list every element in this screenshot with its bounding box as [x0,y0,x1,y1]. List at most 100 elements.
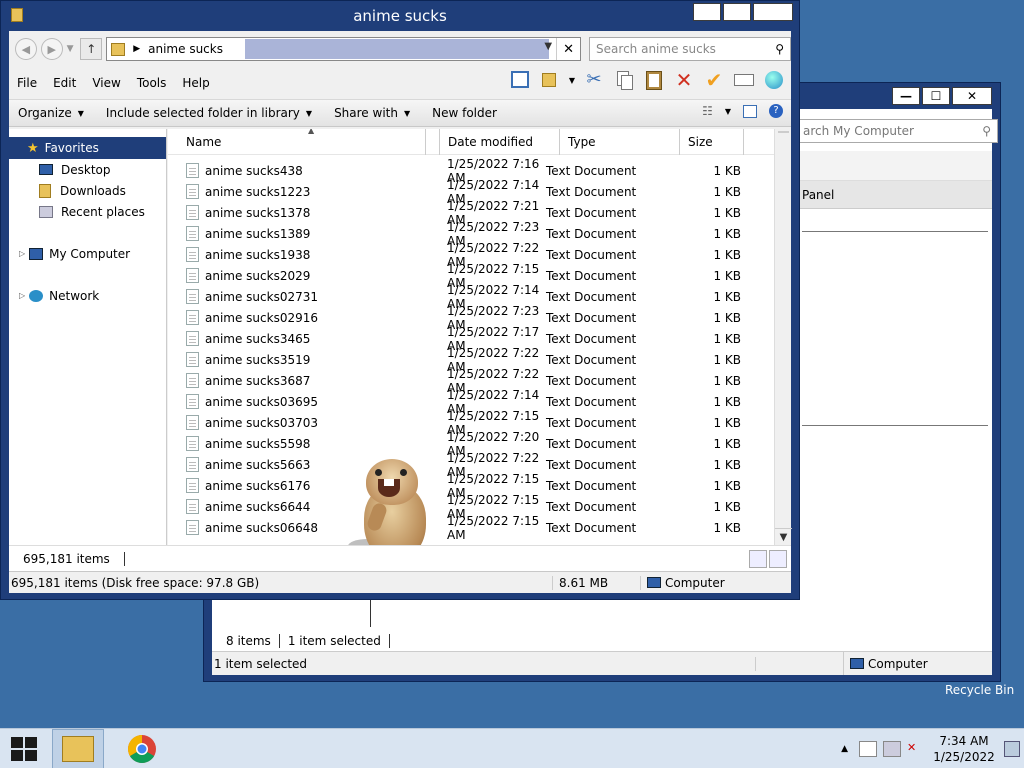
back-maximize-button[interactable]: ☐ [922,87,950,105]
file-name-cell[interactable]: anime sucks1938 [168,247,426,262]
file-name-cell[interactable]: anime sucks02916 [168,310,426,325]
globe-icon[interactable] [763,69,785,91]
show-hidden-icons-icon[interactable]: ▲ [841,744,848,754]
chevron-right-icon[interactable]: ▶ [133,44,140,54]
column-type[interactable]: Type [560,129,680,155]
chevron-down-icon[interactable]: ▼ [725,107,731,116]
include-in-library-button[interactable]: Include selected folder in library ▼ [97,106,321,120]
search-input[interactable]: Search anime sucks ⚲ [589,37,791,61]
back-search-input[interactable]: arch My Computer ⚲ [798,119,998,143]
search-icon[interactable]: ⚲ [775,42,784,56]
back-minimize-button[interactable]: — [892,87,920,105]
front-explorer-window[interactable]: anime sucks — ☐ ✕ ◀ ▶ ▼ ↑ ▶ anime sucks … [0,0,800,600]
back-status-location: Computer [844,657,928,671]
file-name-cell[interactable]: anime sucks02731 [168,289,426,304]
details-view-button[interactable] [749,550,767,568]
file-name-cell[interactable]: anime sucks1378 [168,205,426,220]
properties-icon[interactable]: ✔ [703,69,725,91]
search-icon[interactable]: ⚲ [982,124,991,138]
recycle-bin-label[interactable]: Recycle Bin [945,683,1014,697]
expand-arrow-icon[interactable]: ▷ [19,291,25,300]
menu-edit[interactable]: Edit [45,76,84,90]
network-status-icon[interactable] [883,741,901,757]
minimize-button[interactable]: — [693,3,721,21]
chevron-down-icon[interactable]: ▼ [569,76,575,85]
file-list[interactable]: ▲ Name Date modified Type Size anime suc… [168,129,774,545]
breadcrumb[interactable]: anime sucks [148,42,223,56]
hamster-assistant[interactable] [348,459,430,545]
taskbar-chrome[interactable] [116,729,168,768]
file-name-cell[interactable]: anime sucks438 [168,163,426,178]
cut-icon[interactable]: ✂ [583,69,605,91]
nav-desktop[interactable]: Desktop [9,159,166,180]
file-name-cell[interactable]: anime sucks03703 [168,415,426,430]
file-name-cell[interactable]: anime sucks1223 [168,184,426,199]
clear-address-button[interactable]: ✕ [556,38,580,60]
maximize-button[interactable]: ☐ [723,3,751,21]
front-title-bar[interactable]: anime sucks — ☐ ✕ [1,1,799,31]
file-type: Text Document [546,205,637,220]
large-icons-view-button[interactable] [769,550,787,568]
file-name-cell[interactable]: anime sucks3687 [168,373,426,388]
menu-tools[interactable]: Tools [129,76,175,90]
nav-my-computer[interactable]: ▷ My Computer [9,243,166,264]
show-desktop-button[interactable] [1004,741,1020,757]
panes-icon[interactable] [509,69,531,91]
rename-icon[interactable] [733,69,755,91]
file-name-cell[interactable]: anime sucks1389 [168,226,426,241]
address-bar[interactable]: ▶ anime sucks ▼ ✕ [106,37,582,61]
file-row[interactable]: anime sucks06648 1/25/2022 7:15 AM Text Do… [168,514,774,542]
file-name-cell[interactable]: anime sucks5598 [168,436,426,451]
preview-pane-icon[interactable] [743,104,757,118]
recent-locations-dropdown[interactable]: ▼ [67,44,79,54]
back-button[interactable]: ◀ [15,38,37,60]
scroll-thumb[interactable] [778,131,789,133]
file-type: Text Document [546,331,637,346]
file-size: 1 KB [713,394,741,409]
expand-arrow-icon[interactable]: ▷ [19,249,25,258]
organize-button[interactable]: Organize ▼ [9,106,93,120]
file-name: anime sucks3519 [205,352,311,367]
text-document-icon [186,226,199,241]
new-folder-button[interactable]: New folder [423,106,506,120]
scroll-down-button[interactable]: ▼ [775,528,792,545]
start-button[interactable] [0,729,48,768]
nav-downloads[interactable]: Downloads [9,180,166,201]
change-view-icon[interactable]: ☷ [702,104,713,118]
file-name-cell[interactable]: anime sucks3519 [168,352,426,367]
column-name[interactable]: Name [168,129,426,155]
paste-icon[interactable] [643,69,665,91]
copy-icon[interactable] [613,69,635,91]
file-name-cell[interactable]: anime sucks03695 [168,394,426,409]
file-type: Text Document [546,499,637,514]
file-date: 1/25/2022 7:15 AM [447,513,540,542]
menu-help[interactable]: Help [174,76,217,90]
taskbar-file-explorer[interactable] [52,729,104,768]
include-label: Include selected folder in library [105,106,300,120]
delete-icon[interactable]: ✕ [673,69,695,91]
vertical-scrollbar[interactable]: ▼ [774,129,792,545]
forward-button[interactable]: ▶ [40,38,63,60]
nav-network[interactable]: ▷ Network [9,285,166,306]
menu-view[interactable]: View [84,76,128,90]
column-size[interactable]: Size [680,129,744,155]
nav-favorites[interactable]: ★ Favorites [9,137,166,159]
share-with-button[interactable]: Share with ▼ [325,106,419,120]
close-button[interactable]: ✕ [753,3,793,21]
file-name-cell[interactable]: anime sucks2029 [168,268,426,283]
up-button[interactable]: ↑ [80,38,103,60]
nav-recent-places[interactable]: Recent places [9,201,166,222]
action-center-icon[interactable] [859,741,877,757]
status-separator [123,551,125,566]
file-name-cell[interactable]: anime sucks3465 [168,331,426,346]
menu-file[interactable]: File [9,76,45,90]
clock[interactable]: 7:34 AM 1/25/2022 [928,733,1000,765]
chevron-down-icon[interactable]: ▼ [544,41,552,52]
column-date-modified[interactable]: Date modified [440,129,560,155]
folder-options-icon[interactable] [539,69,561,91]
back-close-button[interactable]: ✕ [952,87,992,105]
column-header-row: ▲ Name Date modified Type Size [168,129,774,155]
volume-muted-icon[interactable]: ✕ [907,741,925,757]
status-bar: 695,181 items [9,545,791,571]
help-icon[interactable]: ? [769,104,783,118]
